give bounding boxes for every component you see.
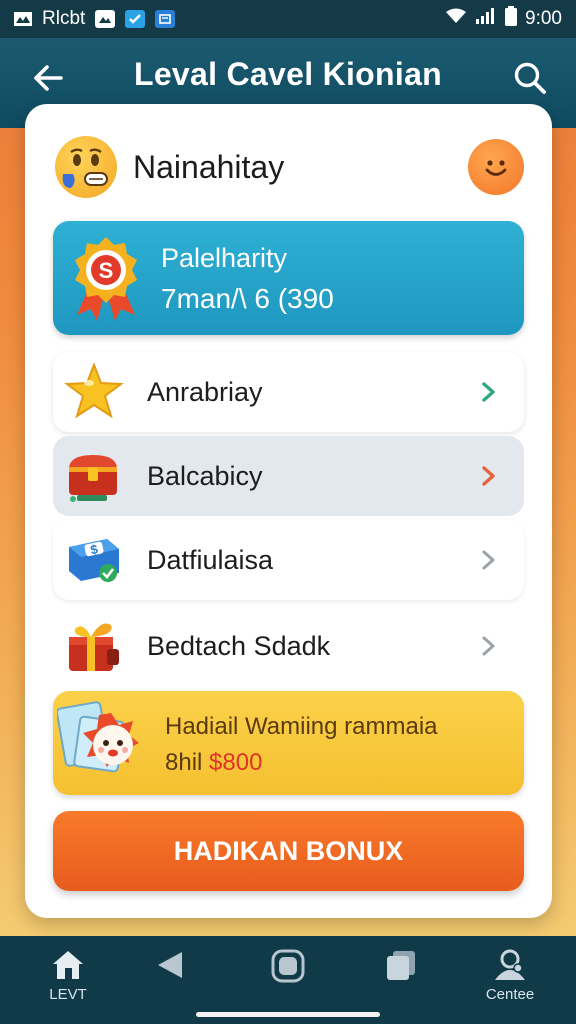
nav-item-cards[interactable] <box>366 948 436 1018</box>
nav-label: Centee <box>485 986 535 1003</box>
search-button[interactable] <box>508 56 552 100</box>
home-indicator[interactable] <box>196 1012 380 1017</box>
back-triangle-icon <box>158 952 182 978</box>
list-item-label: Anrabriay <box>147 376 263 407</box>
list-item-label: Balcabicy <box>147 460 263 491</box>
bottom-nav: LEVT Centee <box>0 936 576 1024</box>
status-time: 9:00 <box>525 8 562 29</box>
home-icon <box>53 951 83 979</box>
main-card: Nainahitay S Palelharity 7man/\ 6 (390 A… <box>25 104 552 918</box>
back-button[interactable] <box>28 58 68 98</box>
list-item-bedtach-sdadk[interactable]: Bedtach Sdadk <box>53 606 524 686</box>
svg-text:S: S <box>99 258 114 283</box>
smile-icon <box>485 160 507 176</box>
chevron-right-icon <box>482 550 495 570</box>
status-left: Rlcbt <box>14 8 176 30</box>
list-item-label: Datfiulaisa <box>147 544 274 575</box>
nav-item-home[interactable]: LEVT <box>33 948 103 1018</box>
balance-label: Palelharity <box>161 243 288 273</box>
page-title: Leval Cavel Kionian <box>133 56 443 92</box>
profile-row: Nainahitay <box>55 132 524 202</box>
app-notification-icon <box>155 10 176 28</box>
cards-icon <box>387 951 415 980</box>
profile-icon <box>495 949 525 980</box>
nav-item-profile[interactable]: Centee <box>475 948 545 1018</box>
wifi-icon <box>445 8 467 30</box>
promo-amount: $800 <box>209 749 263 776</box>
nav-item-back[interactable] <box>137 948 207 1018</box>
profile-name: Nainahitay <box>133 148 285 185</box>
chevron-right-icon <box>482 382 495 402</box>
chevron-right-icon <box>482 466 495 486</box>
promo-title: Hadiail Wamiing rammaia <box>165 713 438 740</box>
status-bar: Rlcbt 9:00 <box>0 0 576 38</box>
list-item-balcabicy[interactable]: Balcabicy <box>53 436 524 516</box>
status-right: 9:00 <box>445 6 562 32</box>
promo-prefix: 8hil <box>165 749 203 776</box>
nav-item-square[interactable] <box>253 948 323 1018</box>
promo-banner[interactable]: Hadiail Wamiing rammaia 8hil $800 <box>53 691 524 795</box>
treasure-chest-icon <box>69 455 117 502</box>
cash-icon: $ <box>69 539 119 582</box>
square-home-icon <box>271 949 305 983</box>
search-icon <box>514 62 546 94</box>
promo-amount-line: 8hil $800 <box>165 749 262 777</box>
nav-label: LEVT <box>49 986 87 1003</box>
list-item-datfiulaisa[interactable]: $ Datfiulaisa <box>53 520 524 600</box>
balance-banner[interactable]: S Palelharity 7man/\ 6 (390 <box>53 221 524 335</box>
carrier-text: Rlcbt <box>42 8 86 29</box>
carrier-icon <box>14 12 32 26</box>
list-item-anrabriay[interactable]: Anrabriay <box>53 352 524 432</box>
chevron-right-icon <box>482 636 495 656</box>
image-notification-icon <box>95 10 116 28</box>
claim-bonus-button[interactable]: HADIKAN BONUX <box>53 811 524 891</box>
gift-icon <box>69 623 119 671</box>
mascot-with-bills-icon <box>57 701 139 773</box>
worried-face-avatar-icon[interactable] <box>55 136 117 198</box>
list-item-label: Bedtach Sdadk <box>147 630 331 661</box>
balance-value: 7man/\ 6 (390 <box>161 283 334 314</box>
award-badge-icon: S <box>75 237 137 321</box>
star-icon <box>64 362 124 419</box>
smile-icon-button[interactable] <box>468 139 524 195</box>
back-arrow-icon <box>34 65 63 91</box>
battery-icon <box>505 6 518 32</box>
signal-icon <box>475 7 497 31</box>
checkbox-notification-icon <box>125 10 146 28</box>
